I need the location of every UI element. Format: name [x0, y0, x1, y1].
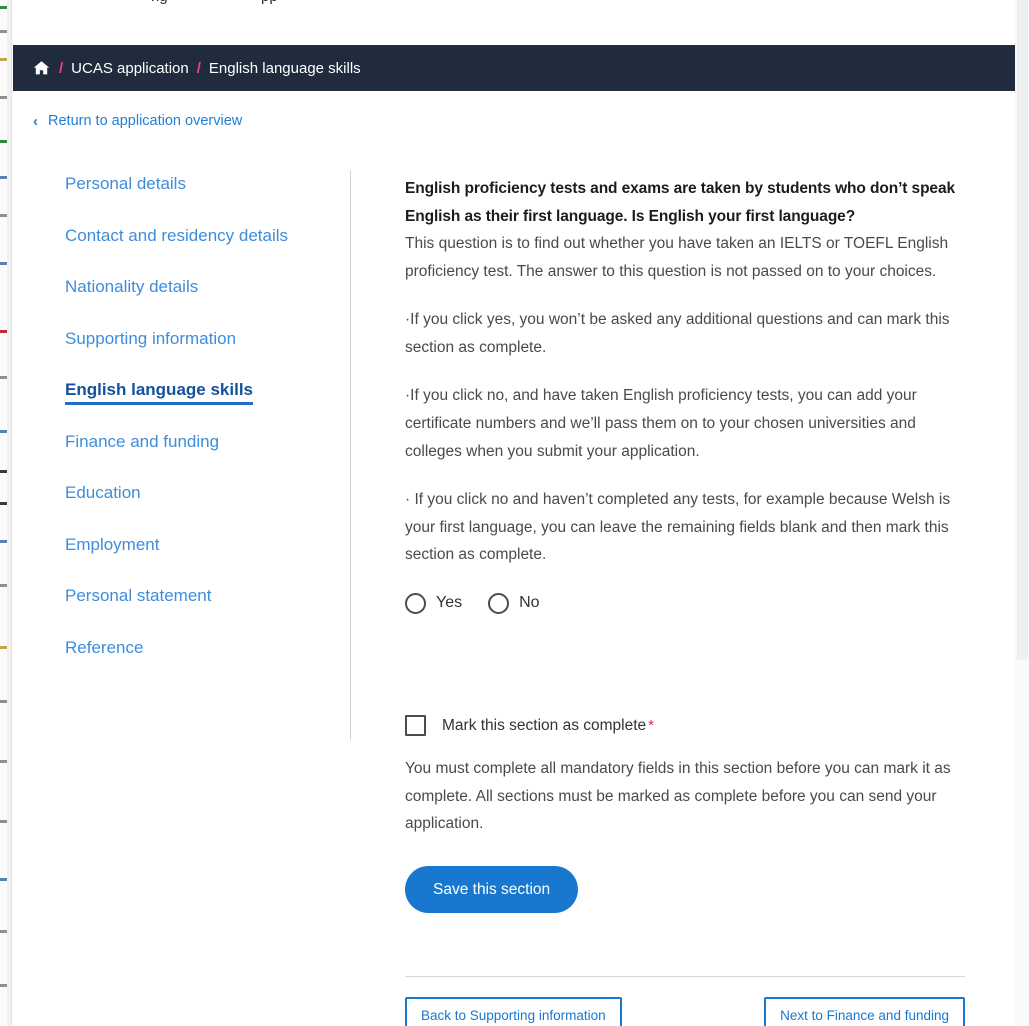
mark-complete-note: You must complete all mandatory fields i…	[405, 759, 951, 833]
radio-option-yes[interactable]: Yes	[405, 592, 463, 614]
radio-option-no[interactable]: No	[488, 592, 540, 614]
radio-circle-yes-icon[interactable]	[405, 592, 426, 614]
sidebar-item-finance-and-funding[interactable]: Finance and funding	[65, 433, 337, 450]
page-scrollbar-thumb[interactable]	[1017, 0, 1028, 660]
breadcrumb-separator-1: /	[59, 59, 64, 77]
return-link-label: Return to application overview	[48, 113, 243, 129]
page-root: ng pp / UCAS application / English langu…	[0, 0, 1029, 1026]
question-intro-paragraph: This question is to find out whether you…	[405, 235, 949, 280]
save-this-section-button[interactable]: Save this section	[405, 865, 579, 913]
question-heading: English proficiency tests and exams are …	[405, 180, 955, 225]
sidebar-item-nationality-details[interactable]: Nationality details	[65, 278, 337, 295]
mark-complete-label: Mark this section as complete *	[442, 716, 655, 734]
window-gutter	[7, 0, 12, 1026]
sidebar-item-personal-statement[interactable]: Personal statement	[65, 587, 337, 604]
clipped-top-text: ng pp	[26, 0, 1028, 10]
radio-circle-no-icon[interactable]	[488, 592, 510, 614]
sidebar-item-contact-and-residency-details[interactable]: Contact and residency details	[65, 227, 337, 244]
sidebar-item-education[interactable]: Education	[65, 484, 337, 501]
required-asterisk: *	[648, 716, 655, 734]
main-content: English proficiency tests and exams are …	[405, 175, 965, 1026]
breadcrumb-item-ucas-application[interactable]: UCAS application	[71, 61, 189, 76]
section-navigation: Personal details Contact and residency d…	[65, 175, 337, 690]
adjacent-window-sliver	[0, 0, 7, 1026]
radio-label-no: No	[519, 594, 540, 612]
section-pagination: Back to Supporting information Next to F…	[405, 996, 965, 1026]
sidebar-item-personal-details[interactable]: Personal details	[65, 175, 337, 192]
sidebar-item-supporting-information[interactable]: Supporting information	[65, 330, 337, 347]
guidance-bullet-3: · If you click no and haven’t completed …	[405, 491, 951, 564]
clipped-text-fragment-1: ng	[151, 0, 168, 5]
radio-label-yes: Yes	[436, 594, 463, 612]
breadcrumb: / UCAS application / English language sk…	[13, 45, 1015, 91]
home-icon[interactable]	[33, 60, 50, 76]
back-to-supporting-information-button[interactable]: Back to Supporting information	[405, 996, 622, 1026]
mark-complete-label-text: Mark this section as complete	[442, 716, 647, 734]
browser-viewport: ng pp / UCAS application / English langu…	[13, 0, 1028, 1026]
page-scrollbar-track[interactable]	[1015, 0, 1029, 1026]
mark-complete-row: Mark this section as complete *	[405, 714, 965, 736]
bottom-divider	[405, 975, 965, 977]
next-to-finance-and-funding-button[interactable]: Next to Finance and funding	[764, 996, 965, 1026]
chevron-left-icon: ‹	[33, 112, 38, 130]
breadcrumb-separator-2: /	[196, 59, 201, 77]
return-to-application-overview-link[interactable]: ‹ Return to application overview	[33, 113, 242, 129]
sidebar-item-employment[interactable]: Employment	[65, 536, 337, 553]
guidance-bullet-1: ·If you click yes, you won’t be asked an…	[405, 311, 950, 356]
mark-complete-checkbox[interactable]	[405, 714, 426, 736]
first-language-radio-group: Yes No	[405, 592, 965, 614]
breadcrumb-item-current: English language skills	[208, 59, 361, 77]
sidebar-item-reference[interactable]: Reference	[65, 639, 337, 656]
clipped-text-fragment-2: pp	[261, 0, 278, 5]
guidance-bullet-2: ·If you click no, and have taken English…	[405, 387, 917, 460]
sidebar-divider	[350, 170, 351, 740]
sidebar-item-english-language-skills[interactable]: English language skills	[65, 381, 253, 405]
